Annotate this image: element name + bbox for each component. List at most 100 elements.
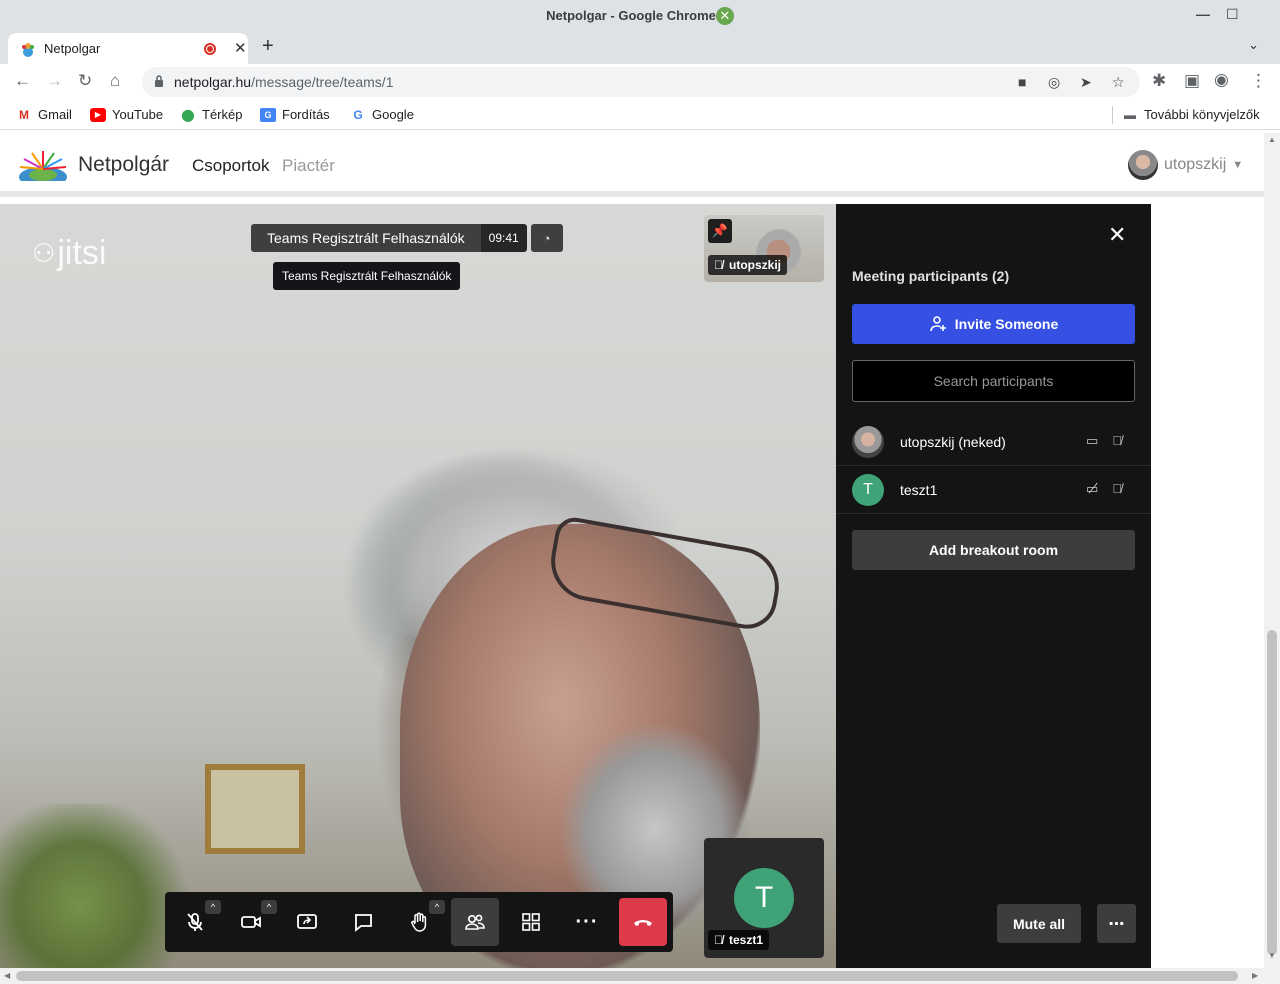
scroll-down-icon[interactable]: ▼: [1268, 951, 1276, 960]
bookmark-label: YouTube: [112, 107, 164, 122]
close-panel-icon[interactable]: ✕: [1108, 222, 1126, 248]
bookmark-label: Térkép: [202, 107, 243, 122]
participants-panel: ✕ Meeting participants (2) Invite Someon…: [836, 204, 1151, 968]
browser-toolbar: ← → ↻ ⌂ netpolgar.hu/message/tree/teams/…: [0, 64, 1280, 100]
bookmark-other-folder[interactable]: ▬ További könyvjelzők: [1122, 107, 1260, 122]
mic-muted-icon: 🎙̸: [1112, 481, 1123, 496]
back-icon[interactable]: ←: [14, 71, 31, 91]
side-panel-icon[interactable]: ▣: [1184, 71, 1200, 91]
more-options-button[interactable]: ⋯: [1097, 904, 1136, 943]
jitsi-logo-text: jitsi: [57, 234, 107, 272]
video-off-icon: ▭̸: [1086, 481, 1099, 496]
chat-button[interactable]: [339, 898, 387, 946]
camera-icon[interactable]: ■: [1018, 74, 1026, 90]
new-tab-icon[interactable]: +: [262, 35, 274, 58]
bookmark-separator: [1112, 106, 1113, 124]
reactions-caret-icon[interactable]: ^: [429, 900, 445, 914]
eye-off-icon[interactable]: ◎: [1048, 74, 1060, 91]
hangup-button[interactable]: [619, 898, 667, 946]
remote-thumbnail[interactable]: T 🎙̸ teszt1: [704, 838, 824, 958]
nav-link-marketplace[interactable]: Piactér: [282, 156, 335, 176]
bookmark-maps[interactable]: ⬤ Térkép: [180, 107, 242, 122]
caret-down-icon: ▼: [1232, 159, 1244, 171]
bookmark-label: További könyvjelzők: [1144, 107, 1260, 122]
avatar: T: [852, 473, 884, 506]
mic-off-icon: [187, 913, 203, 931]
invite-icon: [929, 316, 946, 332]
youtube-icon: ▶: [90, 107, 106, 122]
participant-row[interactable]: utopszkij (neked) ▭ 🎙̸: [836, 418, 1151, 466]
screenshare-icon: [297, 914, 317, 929]
site-brand[interactable]: Netpolgár: [78, 153, 169, 177]
add-breakout-room-button[interactable]: Add breakout room: [852, 530, 1135, 570]
star-icon[interactable]: ☆: [1112, 74, 1125, 91]
raise-hand-button[interactable]: ^: [395, 898, 445, 946]
main-video[interactable]: ⚇ jitsi Teams Regisztrált Felhasználók 0…: [0, 204, 836, 968]
jitsi-watermark[interactable]: ⚇ jitsi: [32, 234, 106, 273]
scroll-right-icon[interactable]: ▶: [1252, 971, 1258, 980]
bookmark-label: Gmail: [38, 107, 72, 122]
thumbnail-name: teszt1: [729, 933, 764, 947]
scroll-up-icon[interactable]: ▲: [1268, 135, 1276, 144]
video-options-caret-icon[interactable]: ^: [261, 900, 277, 914]
tab-title: Netpolgar: [44, 41, 101, 56]
bookmark-translate[interactable]: G Fordítás: [260, 107, 330, 122]
participants-button[interactable]: [451, 898, 499, 946]
address-bar[interactable]: netpolgar.hu/message/tree/teams/1 ■ ◎ ➤ …: [142, 67, 1140, 97]
bookmark-google[interactable]: G Google: [350, 107, 414, 122]
scrollbar-thumb[interactable]: [1267, 630, 1277, 955]
profile-avatar-icon[interactable]: ◉: [1214, 70, 1229, 90]
home-icon[interactable]: ⌂: [110, 71, 120, 91]
bookmark-label: Google: [372, 107, 414, 122]
pin-icon[interactable]: 📌: [708, 219, 732, 243]
local-thumbnail[interactable]: 📌 🎙̸ utopszkij: [704, 215, 824, 282]
user-menu[interactable]: utopszkij ▼: [1128, 150, 1243, 180]
reload-icon[interactable]: ↻: [78, 71, 92, 91]
participant-name: utopszkij (neked): [900, 433, 1006, 450]
video-on-icon: ▭: [1086, 433, 1099, 448]
send-icon[interactable]: ➤: [1080, 74, 1092, 91]
google-icon: G: [353, 107, 363, 122]
conference-subject: Teams Regisztrált Felhasználók 09:41 ◔: [251, 224, 563, 252]
vertical-scrollbar[interactable]: ▲ ▼: [1264, 133, 1280, 984]
tile-view-button[interactable]: [507, 898, 555, 946]
avatar: [852, 425, 884, 458]
invite-button[interactable]: Invite Someone: [852, 304, 1135, 344]
horizontal-scrollbar[interactable]: ◀ ▶: [0, 968, 1264, 984]
microphone-button[interactable]: ^: [171, 898, 221, 946]
maximize-icon[interactable]: ☐: [1226, 6, 1239, 23]
netpolgar-logo-icon[interactable]: [14, 147, 72, 181]
more-icon: ···: [575, 910, 599, 933]
performance-settings-icon[interactable]: ◔: [530, 224, 563, 252]
tab-search-icon[interactable]: ⌄: [1248, 37, 1259, 53]
nav-link-groups[interactable]: Csoportok: [192, 156, 269, 176]
subject-text: Teams Regisztrált Felhasználók: [251, 224, 481, 252]
chrome-menu-icon[interactable]: ⋮: [1250, 71, 1267, 91]
participant-status-icons: ▭̸ 🎙̸: [1086, 481, 1122, 497]
scrollbar-thumb[interactable]: [16, 971, 1238, 981]
extensions-icon[interactable]: ✱: [1152, 71, 1166, 91]
close-window-icon[interactable]: ✕: [715, 6, 734, 25]
lock-icon: [155, 75, 163, 87]
favicon-icon: [22, 42, 34, 57]
scroll-left-icon[interactable]: ◀: [4, 971, 10, 980]
participants-icon: [465, 914, 485, 930]
bookmark-gmail[interactable]: M Gmail: [16, 107, 72, 122]
participant-row[interactable]: T teszt1 ▭̸ 🎙̸: [836, 466, 1151, 514]
screenshare-button[interactable]: [283, 898, 331, 946]
camera-button[interactable]: ^: [227, 898, 277, 946]
search-participants-input[interactable]: Search participants: [852, 360, 1135, 402]
more-actions-button[interactable]: ···: [563, 898, 611, 946]
thumbnail-label: 🎙̸ utopszkij: [708, 255, 788, 275]
folder-icon: ▬: [1124, 107, 1136, 122]
close-tab-icon[interactable]: ✕: [234, 39, 247, 57]
chat-icon: [355, 914, 372, 932]
audio-options-caret-icon[interactable]: ^: [205, 900, 221, 914]
mute-all-button[interactable]: Mute all: [997, 904, 1081, 943]
bookmark-youtube[interactable]: ▶ YouTube: [90, 107, 163, 122]
site-navbar: Netpolgár Csoportok Piactér utopszkij ▼: [0, 133, 1264, 197]
forward-icon[interactable]: →: [46, 71, 63, 91]
window-title: Netpolgar - Google Chrome: [546, 8, 716, 23]
browser-tab[interactable]: Netpolgar ✕: [8, 33, 248, 64]
minimize-icon[interactable]: —: [1196, 6, 1210, 22]
